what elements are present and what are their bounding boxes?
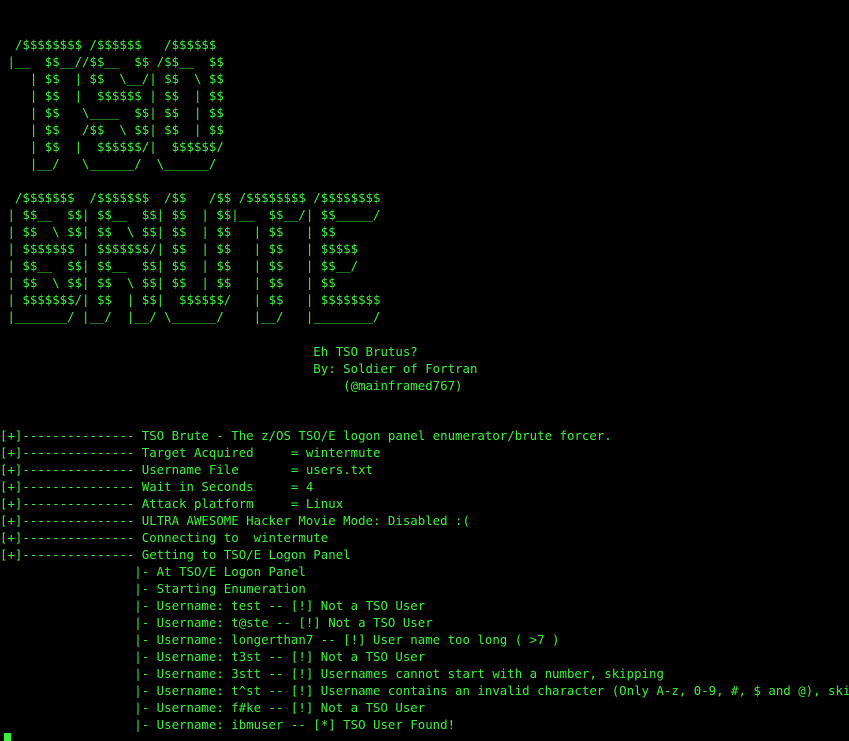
log-line: |- Starting Enumeration	[0, 581, 306, 596]
logo-line: | $$ \ $$| $$ \ $$| $$ | $$ | $$ | $$	[0, 224, 336, 239]
terminal-cursor	[4, 733, 11, 741]
log-line: [+]--------------- Username File = users…	[0, 462, 373, 477]
logo-line: |__/ \______/ \______/	[0, 156, 217, 171]
log-line: [+]--------------- Getting to TSO/E Logo…	[0, 547, 351, 562]
logo-line: | $$$$$$$/| $$ | $$| $$$$$$/ | $$ | $$$$…	[0, 292, 381, 307]
log-line: |- Username: t3st -- [!] Not a TSO User	[0, 649, 426, 664]
log-line: |- Username: ibmuser -- [*] TSO User Fou…	[0, 717, 456, 732]
log-line: [+]--------------- Target Acquired = win…	[0, 445, 381, 460]
logo-line: /$$$$$$$ /$$$$$$$ /$$ /$$ /$$$$$$$$ /$$$…	[0, 190, 381, 205]
log-line: |- Username: t@ste -- [!] Not a TSO User	[0, 615, 433, 630]
logo-line: |_______/ |__/ |__/ \______/ |__/ |_____…	[0, 309, 381, 324]
logo-line: | $$__ $$| $$__ $$| $$ | $$|__ $$__/| $$…	[0, 207, 381, 222]
log-line: [+]--------------- ULTRA AWESOME Hacker …	[0, 513, 470, 528]
log-line: [+]--------------- TSO Brute - The z/OS …	[0, 428, 612, 443]
logo-line: | $$__ $$| $$__ $$| $$ | $$ | $$ | $$__/	[0, 258, 359, 273]
logo-line: | $$ \____ $$| $$ | $$	[0, 105, 224, 120]
credits-handle: (@mainframed767)	[0, 378, 463, 393]
log-line: |- Username: 3stt -- [!] Usernames canno…	[0, 666, 664, 681]
ascii-logo-brute: /$$$$$$$ /$$$$$$$ /$$ /$$ /$$$$$$$$ /$$$…	[0, 189, 380, 325]
credits-author: By: Soldier of Fortran	[0, 361, 478, 376]
logo-line: | $$ /$$ \ $$| $$ | $$	[0, 122, 224, 137]
credits-title: Eh TSO Brutus?	[0, 344, 418, 359]
credits-block: Eh TSO Brutus? By: Soldier of Fortran (@…	[0, 343, 477, 394]
logo-line: | $$ | $$$$$$/| $$$$$$/	[0, 139, 224, 154]
log-line: [+]--------------- Connecting to winterm…	[0, 530, 329, 545]
logo-line: | $$$$$$$ | $$$$$$$/| $$ | $$ | $$ | $$$…	[0, 241, 359, 256]
ascii-logo-tso: /$$$$$$$$ /$$$$$$ /$$$$$$ |__ $$__//$$__…	[0, 36, 224, 172]
terminal-window[interactable]: /$$$$$$$$ /$$$$$$ /$$$$$$ |__ $$__//$$__…	[0, 0, 849, 741]
log-line: |- Username: longerthan7 -- [!] User nam…	[0, 632, 560, 647]
log-line: |- Username: f#ke -- [!] Not a TSO User	[0, 700, 426, 715]
logo-line: | $$ | $$ \__/| $$ \ $$	[0, 71, 224, 86]
log-line: |- At TSO/E Logon Panel	[0, 564, 306, 579]
log-line: |- Username: t^st -- [!] Username contai…	[0, 683, 849, 698]
log-line: [+]--------------- Attack platform = Lin…	[0, 496, 344, 511]
logo-line: | $$ | $$$$$$ | $$ | $$	[0, 88, 224, 103]
logo-line: | $$ \ $$| $$ \ $$| $$ | $$ | $$ | $$	[0, 275, 336, 290]
log-line: |- Username: test -- [!] Not a TSO User	[0, 598, 426, 613]
log-line: [+]--------------- Wait in Seconds = 4	[0, 479, 314, 494]
output-log: [+]--------------- TSO Brute - The z/OS …	[0, 427, 849, 733]
logo-line: |__ $$__//$$__ $$ /$$__ $$	[0, 54, 224, 69]
logo-line: /$$$$$$$$ /$$$$$$ /$$$$$$	[0, 37, 217, 52]
